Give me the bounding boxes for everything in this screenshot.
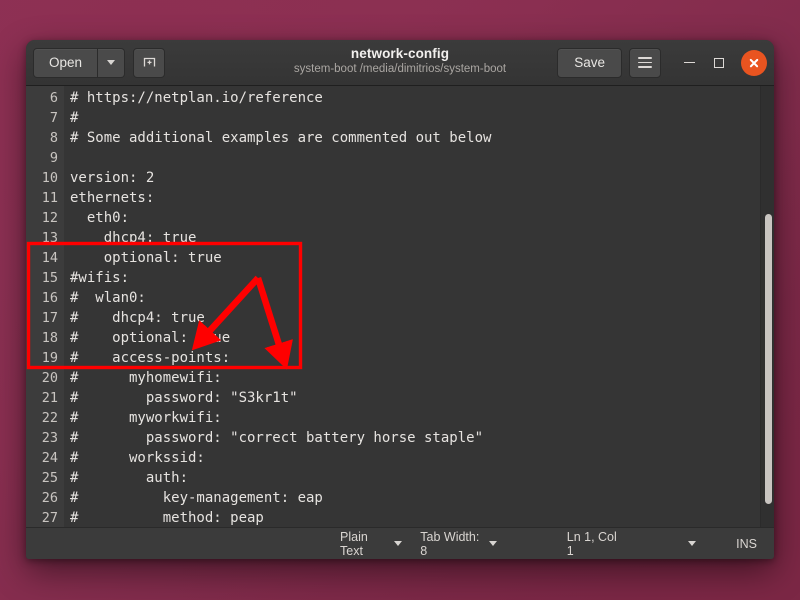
code-line[interactable]: # https://netplan.io/reference	[70, 88, 774, 108]
code-line[interactable]: ethernets:	[70, 188, 774, 208]
code-line[interactable]: # optional: true	[70, 328, 774, 348]
hamburger-menu-icon	[638, 57, 652, 68]
line-number: 22	[26, 408, 58, 428]
line-number: 24	[26, 448, 58, 468]
line-number: 18	[26, 328, 58, 348]
code-line[interactable]: version: 2	[70, 168, 774, 188]
line-number: 17	[26, 308, 58, 328]
tab-width-selector[interactable]: Tab Width: 8	[411, 528, 505, 559]
save-button-label: Save	[574, 55, 605, 70]
code-line[interactable]: # key-management: eap	[70, 488, 774, 508]
line-number: 27	[26, 508, 58, 527]
code-line[interactable]: #	[70, 108, 774, 128]
code-editor[interactable]: 6789101112131415161718192021222324252627…	[26, 86, 774, 527]
main-menu-button[interactable]	[629, 48, 661, 78]
maximize-icon	[714, 58, 724, 68]
line-number: 15	[26, 268, 58, 288]
line-number: 26	[26, 488, 58, 508]
line-number: 21	[26, 388, 58, 408]
line-number: 7	[26, 108, 58, 128]
code-line[interactable]: #wifis:	[70, 268, 774, 288]
vertical-scrollbar[interactable]	[760, 86, 774, 527]
open-button-label: Open	[49, 55, 82, 70]
text-editor-window: Open network-config system-boot /media/d…	[26, 40, 774, 559]
new-document-icon	[142, 55, 157, 70]
language-selector[interactable]: Plain Text	[331, 528, 411, 559]
line-number-gutter: 6789101112131415161718192021222324252627…	[26, 86, 64, 527]
line-number: 20	[26, 368, 58, 388]
minimize-icon	[684, 62, 695, 64]
code-line[interactable]: # Some additional examples are commented…	[70, 128, 774, 148]
line-number: 13	[26, 228, 58, 248]
line-number: 6	[26, 88, 58, 108]
minimize-button[interactable]	[675, 49, 703, 77]
code-line[interactable]: # auth:	[70, 468, 774, 488]
code-line[interactable]: # password: "correct battery horse stapl…	[70, 428, 774, 448]
code-line[interactable]: # wlan0:	[70, 288, 774, 308]
code-line[interactable]	[70, 148, 774, 168]
language-label: Plain Text	[340, 530, 388, 558]
open-dropdown-button[interactable]	[98, 48, 125, 78]
insert-mode-label: INS	[736, 537, 757, 551]
chevron-down-icon	[394, 541, 402, 546]
line-number: 16	[26, 288, 58, 308]
window-header-bar: Open network-config system-boot /media/d…	[26, 40, 774, 86]
chevron-down-icon	[489, 541, 497, 546]
code-line[interactable]: # method: peap	[70, 508, 774, 527]
tab-width-label: Tab Width: 8	[420, 530, 482, 558]
chevron-down-icon	[107, 60, 115, 65]
position-dropdown-button[interactable]	[679, 528, 705, 559]
status-bar: Plain Text Tab Width: 8 Ln 1, Col 1 INS	[26, 527, 774, 559]
editor-area: 6789101112131415161718192021222324252627…	[26, 86, 774, 527]
line-number: 9	[26, 148, 58, 168]
save-button[interactable]: Save	[557, 48, 622, 78]
line-number: 11	[26, 188, 58, 208]
header-right-controls: Save	[557, 48, 767, 78]
maximize-button[interactable]	[705, 49, 733, 77]
chevron-down-icon	[688, 541, 696, 546]
scrollbar-thumb[interactable]	[765, 214, 772, 504]
line-number: 25	[26, 468, 58, 488]
line-number: 10	[26, 168, 58, 188]
code-line[interactable]: # password: "S3kr1t"	[70, 388, 774, 408]
new-document-button[interactable]	[133, 48, 165, 78]
code-line[interactable]: eth0:	[70, 208, 774, 228]
code-line[interactable]: # dhcp4: true	[70, 308, 774, 328]
code-line[interactable]: # workssid:	[70, 448, 774, 468]
code-line[interactable]: # access-points:	[70, 348, 774, 368]
open-button-group: Open	[33, 48, 125, 78]
line-number: 12	[26, 208, 58, 228]
close-button[interactable]	[741, 50, 767, 76]
open-button[interactable]: Open	[33, 48, 98, 78]
code-line[interactable]: # myhomewifi:	[70, 368, 774, 388]
cursor-position-label: Ln 1, Col 1	[567, 530, 622, 558]
code-line[interactable]: # myworkwifi:	[70, 408, 774, 428]
line-number: 23	[26, 428, 58, 448]
header-left-controls: Open	[33, 48, 165, 78]
code-line[interactable]: optional: true	[70, 248, 774, 268]
line-number: 14	[26, 248, 58, 268]
line-number: 19	[26, 348, 58, 368]
insert-mode-indicator: INS	[727, 528, 766, 559]
cursor-position: Ln 1, Col 1	[558, 528, 631, 559]
line-number: 8	[26, 128, 58, 148]
code-text-content[interactable]: # https://netplan.io/reference## Some ad…	[64, 86, 774, 527]
code-line[interactable]: dhcp4: true	[70, 228, 774, 248]
